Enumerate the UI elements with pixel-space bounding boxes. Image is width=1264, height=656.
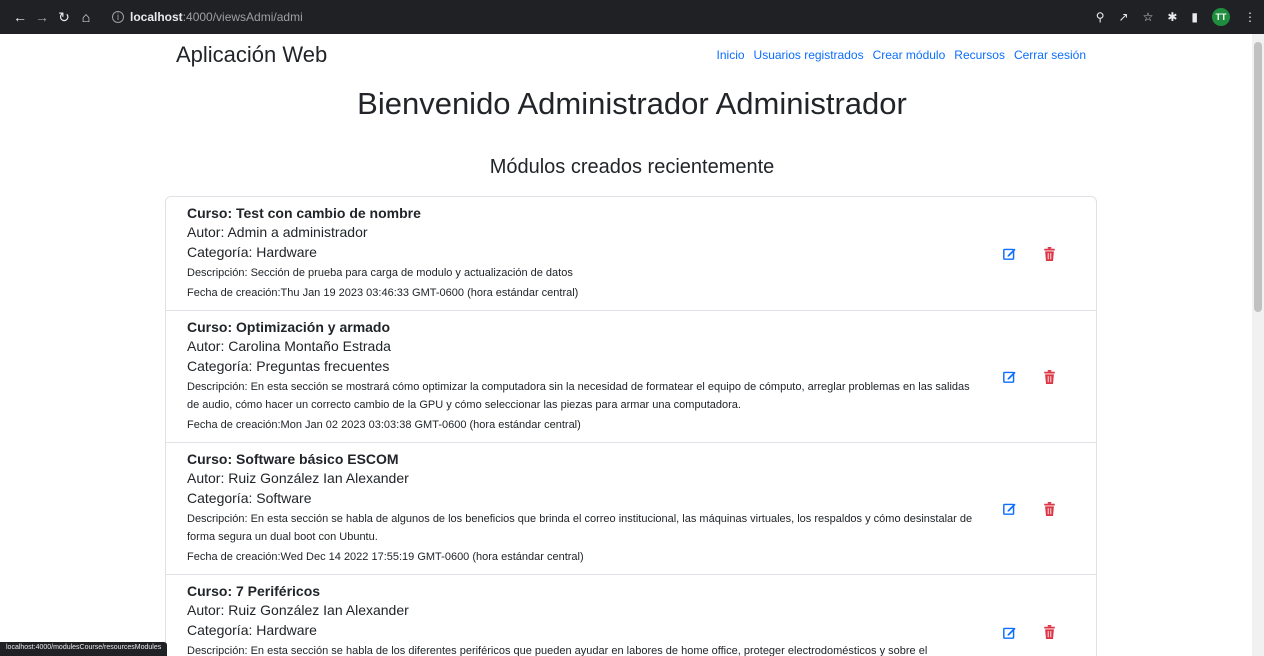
pencil-square-icon[interactable] bbox=[1002, 625, 1016, 639]
modules-list: Curso: Test con cambio de nombre Autor: … bbox=[165, 196, 1097, 656]
welcome-heading: Bienvenido Administrador Administrador bbox=[357, 86, 907, 121]
module-item: Curso: Optimización y armado Autor: Caro… bbox=[166, 311, 1096, 443]
app-header: Aplicación Web Inicio Usuarios registrad… bbox=[176, 42, 1086, 68]
back-arrow-icon[interactable]: ← bbox=[12, 9, 28, 25]
module-course: Curso: 7 Periféricos bbox=[187, 583, 321, 599]
module-description: Descripción: En esta sección se habla de… bbox=[187, 645, 928, 656]
module-course: Curso: Test con cambio de nombre bbox=[187, 205, 421, 221]
profile-avatar[interactable]: TT bbox=[1212, 8, 1230, 26]
module-course: Curso: Optimización y armado bbox=[187, 319, 391, 335]
extensions-puzzle-icon[interactable]: ✱ bbox=[1167, 10, 1177, 24]
nav-link-cerrar-sesion[interactable]: Cerrar sesión bbox=[1014, 48, 1086, 62]
pencil-square-icon[interactable] bbox=[1002, 247, 1016, 261]
main-nav: Inicio Usuarios registrados Crear módulo… bbox=[717, 48, 1086, 62]
page-scrollbar[interactable] bbox=[1252, 34, 1264, 656]
brand-title[interactable]: Aplicación Web bbox=[176, 42, 327, 68]
module-author: Autor: Carolina Montaño Estrada bbox=[187, 338, 391, 354]
module-description: Descripción: Sección de prueba para carg… bbox=[187, 267, 573, 279]
info-icon[interactable]: i bbox=[112, 11, 124, 23]
browser-toolbar: ← → ↻ ⌂ i localhost :4000/viewsAdmi/admi… bbox=[0, 0, 1264, 34]
section-heading: Módulos creados recientemente bbox=[489, 156, 775, 178]
module-date: Fecha de creación:Thu Jan 19 2023 03:46:… bbox=[187, 287, 579, 299]
module-description: Descripción: En esta sección se mostrará… bbox=[187, 381, 970, 411]
module-actions bbox=[1002, 246, 1056, 261]
module-author: Autor: Ruiz González Ian Alexander bbox=[187, 602, 409, 618]
trash-icon[interactable] bbox=[1042, 369, 1056, 384]
share-icon[interactable]: ↗ bbox=[1119, 10, 1129, 24]
page-content: Aplicación Web Inicio Usuarios registrad… bbox=[0, 34, 1252, 656]
module-author: Autor: Ruiz González Ian Alexander bbox=[187, 470, 409, 486]
reload-icon[interactable]: ↻ bbox=[56, 9, 72, 25]
module-item: Curso: Software básico ESCOM Autor: Ruiz… bbox=[166, 443, 1096, 575]
module-description: Descripción: En esta sección se habla de… bbox=[187, 513, 973, 543]
bookmark-star-icon[interactable]: ☆ bbox=[1143, 10, 1154, 24]
module-category: Categoría: Preguntas frecuentes bbox=[187, 358, 390, 374]
url-host: localhost bbox=[130, 10, 183, 24]
pencil-square-icon[interactable] bbox=[1002, 502, 1016, 516]
trash-icon[interactable] bbox=[1042, 246, 1056, 261]
home-icon[interactable]: ⌂ bbox=[78, 9, 94, 25]
url-path: :4000/viewsAdmi/admi bbox=[182, 10, 303, 24]
module-date: Fecha de creación:Wed Dec 14 2022 17:55:… bbox=[187, 551, 584, 563]
module-category: Categoría: Hardware bbox=[187, 622, 317, 638]
module-actions bbox=[1002, 369, 1056, 384]
module-category: Categoría: Software bbox=[187, 490, 312, 506]
pencil-square-icon[interactable] bbox=[1002, 370, 1016, 384]
module-actions bbox=[1002, 501, 1056, 516]
module-item: Curso: 7 Periféricos Autor: Ruiz Gonzále… bbox=[166, 575, 1096, 656]
nav-link-inicio[interactable]: Inicio bbox=[717, 48, 745, 62]
module-category: Categoría: Hardware bbox=[187, 244, 317, 260]
nav-link-crear-modulo[interactable]: Crear módulo bbox=[873, 48, 946, 62]
trash-icon[interactable] bbox=[1042, 625, 1056, 639]
zoom-icon[interactable]: ⚲ bbox=[1096, 10, 1105, 24]
trash-icon[interactable] bbox=[1042, 501, 1056, 516]
scrollbar-thumb[interactable] bbox=[1254, 42, 1262, 312]
forward-arrow-icon[interactable]: → bbox=[34, 9, 50, 25]
menu-kebab-icon[interactable]: ⋮ bbox=[1244, 10, 1256, 24]
module-author: Autor: Admin a administrador bbox=[187, 224, 368, 240]
module-course: Curso: Software básico ESCOM bbox=[187, 451, 399, 467]
nav-link-recursos[interactable]: Recursos bbox=[954, 48, 1005, 62]
module-item: Curso: Test con cambio de nombre Autor: … bbox=[166, 197, 1096, 311]
module-actions bbox=[1002, 625, 1056, 639]
side-panel-icon[interactable]: ▮ bbox=[1191, 10, 1198, 24]
nav-link-usuarios[interactable]: Usuarios registrados bbox=[754, 48, 864, 62]
link-status-bar: localhost:4000/modulesCourse/resourcesMo… bbox=[0, 642, 168, 656]
address-bar[interactable]: i localhost :4000/viewsAdmi/admi bbox=[104, 6, 1254, 28]
module-date: Fecha de creación:Mon Jan 02 2023 03:03:… bbox=[187, 419, 581, 431]
